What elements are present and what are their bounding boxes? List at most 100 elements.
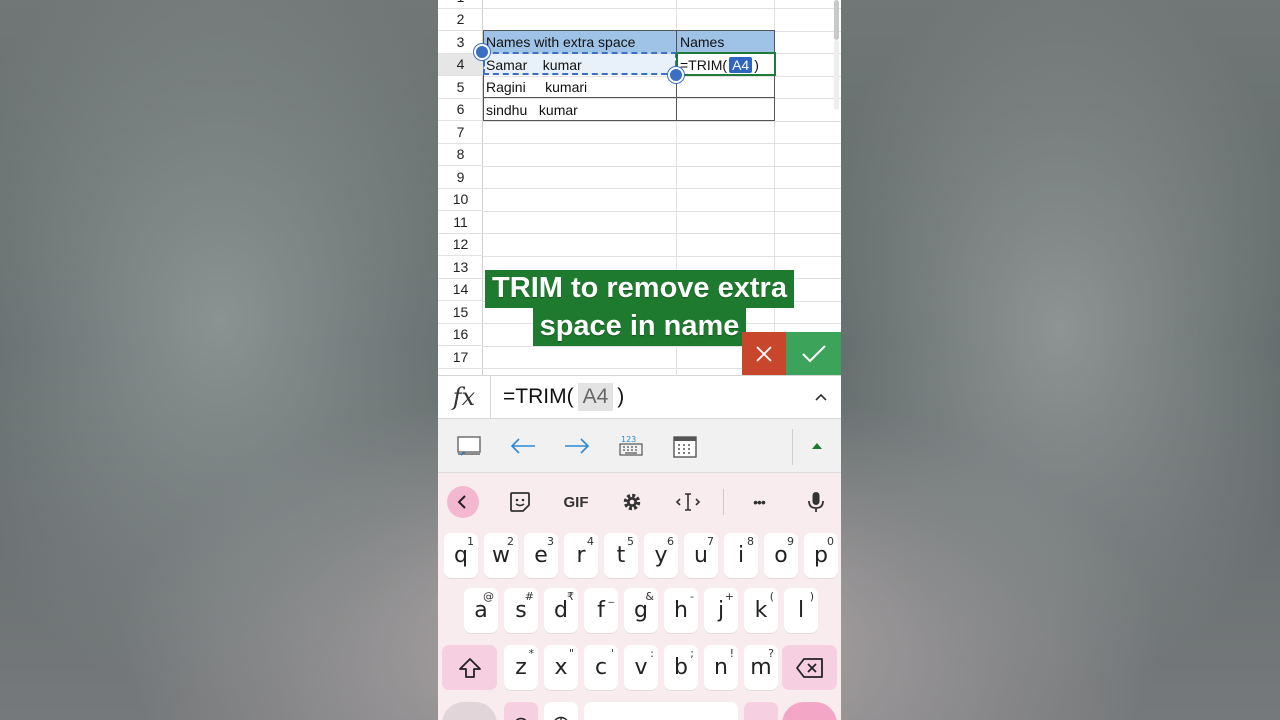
vertical-scrollbar[interactable]	[834, 0, 839, 40]
move-right-button[interactable]	[559, 429, 595, 463]
spreadsheet-grid[interactable]: 1 2 3 4 5 6 7 8 9 10 11 12 13 14 15 16 1…	[438, 0, 841, 375]
row-number[interactable]: 9	[438, 166, 483, 189]
edit-toolbar: 123	[438, 419, 841, 473]
emoji-key[interactable]	[504, 702, 538, 720]
globe-icon	[554, 716, 568, 720]
row-number[interactable]: 13	[438, 256, 483, 279]
cancel-edit-button[interactable]	[742, 332, 786, 375]
key-h[interactable]: h-	[664, 588, 698, 633]
key-b[interactable]: b;	[664, 645, 698, 690]
phone-screen: 1 2 3 4 5 6 7 8 9 10 11 12 13 14 15 16 1…	[438, 0, 841, 720]
row-number[interactable]: 1	[438, 0, 483, 9]
text-cursor-button[interactable]	[671, 485, 705, 519]
key-n[interactable]: n!	[704, 645, 738, 690]
row-number[interactable]: 10	[438, 189, 483, 211]
cell-a6[interactable]: sindhu kumar	[483, 99, 676, 122]
row-number[interactable]: 16	[438, 324, 483, 346]
close-icon	[756, 345, 772, 362]
key-e[interactable]: e3	[524, 533, 558, 578]
key-t[interactable]: t5	[604, 533, 638, 578]
key-c[interactable]: c '	[584, 645, 618, 690]
row-number[interactable]: 5	[438, 76, 483, 99]
key-u[interactable]: u7	[684, 533, 718, 578]
symbols-key[interactable]	[442, 702, 497, 720]
checkmark-icon	[801, 344, 826, 362]
formula-bar-reference[interactable]: A4	[577, 383, 614, 411]
key-g[interactable]: g &	[624, 588, 658, 633]
selection-handle-start[interactable]	[474, 44, 490, 60]
key-a[interactable]: a @	[464, 588, 498, 633]
key-m[interactable]: m?	[744, 645, 778, 690]
confirm-edit-button[interactable]	[786, 332, 841, 375]
gear-icon	[623, 493, 641, 511]
space-key[interactable]	[584, 702, 738, 720]
settings-button[interactable]	[615, 485, 649, 519]
row-number[interactable]: 15	[438, 301, 483, 324]
more-options-button[interactable]: •••	[742, 485, 776, 519]
voice-input-button[interactable]	[799, 485, 833, 519]
period-key[interactable]	[744, 702, 778, 720]
language-key[interactable]	[544, 702, 578, 720]
row-number[interactable]: 14	[438, 279, 483, 301]
chevron-left-icon	[447, 486, 479, 518]
row-number[interactable]: 11	[438, 211, 483, 234]
cell-a5[interactable]: Ragini kumari	[483, 76, 676, 99]
row-number[interactable]: 17	[438, 346, 483, 369]
arrow-right-icon	[565, 438, 590, 454]
soft-keyboard: GIF ••• q1 w2 e3 r4 t5 y6 u7 i8 o9 p0 a @…	[438, 473, 841, 720]
selection-handle-end[interactable]	[668, 67, 684, 83]
key-w[interactable]: w2	[484, 533, 518, 578]
row-number[interactable]: 12	[438, 234, 483, 256]
key-l[interactable]: l)	[784, 588, 818, 633]
arrow-left-icon	[510, 438, 535, 454]
key-k[interactable]: k(	[744, 588, 778, 633]
grid-line	[483, 278, 841, 279]
row-number[interactable]: 6	[438, 99, 483, 121]
enter-key[interactable]	[782, 702, 837, 720]
key-o[interactable]: o9	[764, 533, 798, 578]
active-cell-b4[interactable]: =TRIM( A4 )	[676, 52, 776, 76]
function-icon[interactable]: fx	[438, 375, 491, 419]
formula-reference-chip[interactable]: A4	[729, 57, 753, 74]
formula-prefix: =TRIM(	[680, 57, 728, 74]
move-left-button[interactable]	[505, 429, 541, 463]
key-x[interactable]: x "	[544, 645, 578, 690]
key-v[interactable]: v:	[624, 645, 658, 690]
key-p[interactable]: p0	[804, 533, 838, 578]
collapse-strip-button[interactable]	[446, 485, 480, 519]
calendar-icon	[673, 436, 697, 458]
key-z[interactable]: z *	[504, 645, 538, 690]
grid-line	[483, 188, 841, 189]
cell-a4[interactable]: Samar kumar	[483, 54, 676, 77]
key-f[interactable]: f _	[584, 588, 618, 633]
formula-input[interactable]: =TRIM( A4 )	[491, 383, 801, 411]
gif-button[interactable]: GIF	[559, 485, 593, 519]
shift-key[interactable]	[442, 645, 497, 690]
cell-b4-editing[interactable]: =TRIM( A4 )	[678, 54, 759, 77]
numeric-keyboard-button[interactable]: 123	[613, 429, 649, 463]
key-q[interactable]: q1	[444, 533, 478, 578]
key-j[interactable]: j +	[704, 588, 738, 633]
chevron-up-icon	[815, 393, 827, 401]
expand-toolbar-button[interactable]	[799, 429, 835, 463]
formula-expand-button[interactable]	[801, 392, 841, 402]
sticker-button[interactable]	[503, 485, 537, 519]
scrollbar-track	[834, 40, 839, 110]
grid-line	[483, 233, 841, 234]
date-picker-button[interactable]	[667, 429, 703, 463]
key-r[interactable]: r4	[564, 533, 598, 578]
sheet-view-button[interactable]	[451, 429, 487, 463]
key-s[interactable]: s #	[504, 588, 538, 633]
toolbar-divider	[792, 429, 793, 465]
formula-bar-prefix: =TRIM(	[503, 385, 574, 408]
key-i[interactable]: i8	[724, 533, 758, 578]
backspace-key[interactable]	[782, 645, 837, 690]
row-number[interactable]: 8	[438, 144, 483, 166]
sticker-icon	[510, 492, 530, 512]
key-y[interactable]: y6	[644, 533, 678, 578]
formula-bar[interactable]: fx =TRIM( A4 )	[438, 375, 841, 419]
row-number[interactable]: 7	[438, 121, 483, 144]
key-d[interactable]: d ₹	[544, 588, 578, 633]
sheet-view-icon	[457, 436, 481, 456]
row-number[interactable]: 2	[438, 9, 483, 31]
